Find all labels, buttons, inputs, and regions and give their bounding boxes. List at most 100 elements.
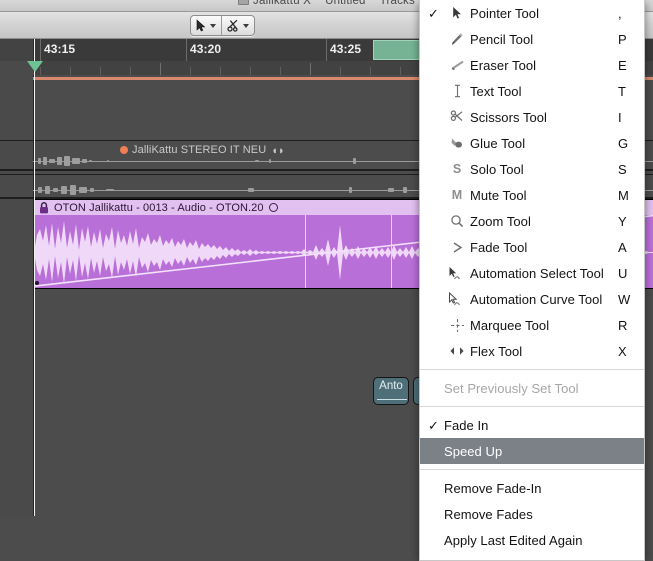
menu-separator xyxy=(420,406,644,407)
menu-item-automation-curve-tool[interactable]: Automation Curve Tool W xyxy=(420,286,644,312)
loop-icon[interactable] xyxy=(268,203,278,212)
menu-shortcut: T xyxy=(618,83,626,99)
menu-item-flex-tool[interactable]: Flex Tool X xyxy=(420,338,644,364)
menu-shortcut: U xyxy=(618,265,628,281)
anto-region-label: Anto xyxy=(379,380,403,392)
menu-shortcut: I xyxy=(618,109,622,125)
menu-label: Fade Tool xyxy=(470,239,528,255)
ruler-tick xyxy=(40,39,41,61)
lock-icon xyxy=(40,201,48,213)
menu-label: Flex Tool xyxy=(470,343,523,359)
fade-in-handle[interactable] xyxy=(35,281,39,285)
checkmark-icon: ✓ xyxy=(428,5,439,21)
menu-shortcut: W xyxy=(618,291,631,307)
menu-separator xyxy=(420,369,644,370)
menu-label: Marquee Tool xyxy=(470,317,550,333)
pointer-icon xyxy=(444,6,470,20)
scissors-icon xyxy=(227,19,238,32)
menu-item-zoom-tool[interactable]: Zoom Tool Y xyxy=(420,208,644,234)
menu-shortcut: A xyxy=(618,239,627,255)
menu-shortcut: G xyxy=(618,135,629,151)
menu-item-remove-fades[interactable]: Remove Fades xyxy=(420,501,644,527)
menu-item-speed-up[interactable]: Speed Up xyxy=(420,438,644,464)
menu-item-marquee-tool[interactable]: Marquee Tool R xyxy=(420,312,644,338)
menu-item-eraser-tool[interactable]: Eraser Tool E xyxy=(420,52,644,78)
pointer-icon xyxy=(196,19,206,32)
crosshair-icon xyxy=(444,318,470,333)
pencil-icon xyxy=(444,32,470,46)
window-title-untitled: Untitled xyxy=(325,0,366,7)
menu-item-glue-tool[interactable]: Glue Tool G xyxy=(420,130,644,156)
menu-shortcut: P xyxy=(618,31,627,47)
menu-item-apply-last-edited-again[interactable]: Apply Last Edited Again xyxy=(420,527,644,553)
playhead-line xyxy=(34,39,35,516)
menu-label: Text Tool xyxy=(470,83,522,99)
ruler-tick xyxy=(186,39,187,61)
menu-separator xyxy=(420,469,644,470)
right-tool-chevron-down-icon[interactable] xyxy=(243,23,249,28)
menu-shortcut: Y xyxy=(618,213,627,229)
menu-item-set-previously-set-tool: Set Previously Set Tool xyxy=(420,375,644,401)
ruler-header-gutter xyxy=(0,39,34,61)
menu-item-pencil-tool[interactable]: Pencil Tool P xyxy=(420,26,644,52)
playhead-marker[interactable] xyxy=(27,61,43,72)
menu-label: Solo Tool xyxy=(470,161,524,177)
ruler-label: 43:20 xyxy=(190,42,222,56)
fade-chevron-icon xyxy=(444,241,470,254)
left-tool-chevron-down-icon[interactable] xyxy=(210,23,216,28)
ruler-tick xyxy=(326,39,327,61)
anto-region-waveform xyxy=(377,399,407,400)
anto-region[interactable]: Anto xyxy=(373,377,409,405)
menu-shortcut: R xyxy=(618,317,628,333)
menu-item-remove-fade-in[interactable]: Remove Fade-In xyxy=(420,475,644,501)
menu-shortcut: E xyxy=(618,57,627,73)
left-tool-button[interactable] xyxy=(191,16,221,35)
menu-label: Glue Tool xyxy=(470,135,526,151)
record-dot-icon xyxy=(120,146,128,154)
menu-shortcut: S xyxy=(618,161,627,177)
audio-region-name: OTON Jallikattu - 0013 - Audio - OTON.20 xyxy=(54,201,264,214)
menu-shortcut: X xyxy=(618,343,627,359)
menu-label: Automation Curve Tool xyxy=(470,291,603,307)
menu-label: Set Previously Set Tool xyxy=(444,380,579,396)
text-cursor-icon xyxy=(444,84,470,98)
window-title-tracks: Tracks xyxy=(379,0,415,7)
menu-item-fade-tool[interactable]: Fade Tool A xyxy=(420,234,644,260)
menu-shortcut: , xyxy=(618,5,622,21)
menu-label: Eraser Tool xyxy=(470,57,537,73)
menu-label: Pencil Tool xyxy=(470,31,534,47)
scissors-icon xyxy=(444,110,470,124)
mute-letter-icon: M xyxy=(451,188,463,202)
menu-label: Pointer Tool xyxy=(470,5,540,21)
window-title-project: Jallikattu X xyxy=(253,0,312,7)
menu-label: Speed Up xyxy=(444,443,503,459)
menu-label: Remove Fade-In xyxy=(444,480,542,496)
automation-select-icon xyxy=(444,266,470,281)
region-split-line xyxy=(391,215,392,288)
tool-context-menu[interactable]: ✓ Pointer Tool , Pencil Tool P Eraser To… xyxy=(419,0,645,561)
menu-label: Zoom Tool xyxy=(470,213,531,229)
eraser-icon xyxy=(444,59,470,72)
ruler-label: 43:25 xyxy=(330,42,362,56)
menu-item-fade-in[interactable]: ✓ Fade In xyxy=(420,412,644,438)
flex-arrows-icon xyxy=(444,345,470,357)
ruler-label: 43:15 xyxy=(44,42,76,56)
document-icon xyxy=(238,0,250,5)
menu-item-automation-select-tool[interactable]: Automation Select Tool U xyxy=(420,260,644,286)
tool-selector-group xyxy=(190,15,255,36)
menu-label: Remove Fades xyxy=(444,506,533,522)
solo-letter-icon: S xyxy=(452,162,462,176)
menu-item-pointer-tool[interactable]: ✓ Pointer Tool , xyxy=(420,0,644,26)
menu-item-mute-tool[interactable]: M Mute Tool M xyxy=(420,182,644,208)
menu-item-scissors-tool[interactable]: Scissors Tool I xyxy=(420,104,644,130)
menu-label: Scissors Tool xyxy=(470,109,547,125)
menu-item-solo-tool[interactable]: S Solo Tool S xyxy=(420,156,644,182)
cycle-selection-range[interactable] xyxy=(373,40,420,60)
region-split-line xyxy=(305,215,306,288)
checkmark-icon: ✓ xyxy=(428,417,439,433)
magnifier-icon xyxy=(444,214,470,228)
track-region-title-text: JalliKattu STEREO IT NEU xyxy=(132,144,267,156)
menu-label: Apply Last Edited Again xyxy=(444,532,583,548)
right-tool-button[interactable] xyxy=(221,16,254,35)
menu-item-text-tool[interactable]: Text Tool T xyxy=(420,78,644,104)
